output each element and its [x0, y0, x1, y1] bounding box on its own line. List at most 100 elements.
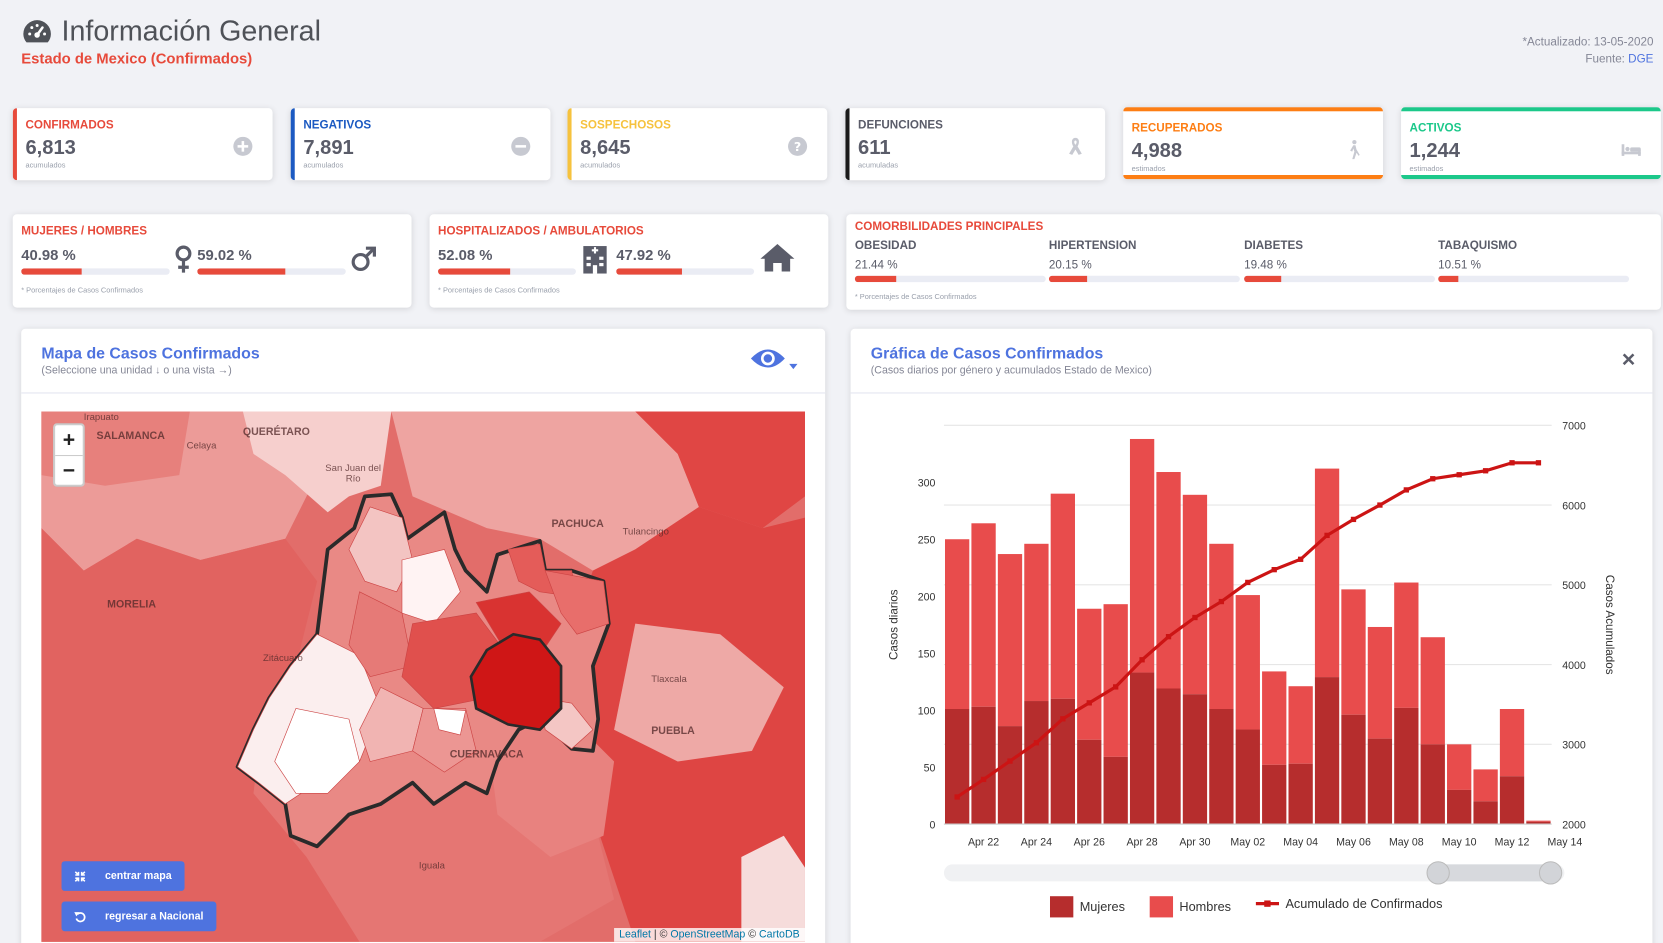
back-national-button[interactable]: regresar a Nacional — [61, 901, 217, 932]
legend-item[interactable]: Mujeres — [1049, 896, 1125, 918]
bed-icon — [1621, 144, 1641, 156]
point-acumulado — [1139, 657, 1145, 663]
svg-text:?: ? — [794, 139, 801, 154]
comorbidity-bar — [854, 275, 1046, 283]
bar-hombres — [1314, 468, 1340, 678]
x-tick-label: Apr 24 — [1021, 836, 1052, 848]
updated-date: *Actualizado: 13-05-2020 — [1522, 36, 1654, 49]
map-panel-subtitle: (Seleccione una unidad ↓ o una vista →) — [41, 364, 232, 377]
point-acumulado — [1192, 614, 1198, 621]
x-tick-label: May 10 — [1442, 836, 1477, 848]
bar-mujeres — [1314, 677, 1340, 825]
map-canvas[interactable]: + − Irapuato SALAMANCA Celaya QUERÉTARO … — [41, 411, 805, 942]
bar-hombres — [1129, 438, 1155, 673]
map-label: Iguala — [418, 860, 445, 871]
zoom-out-button[interactable]: − — [55, 454, 83, 485]
stat-sub: estimados — [1131, 165, 1166, 173]
zoom-in-button[interactable]: + — [55, 425, 83, 455]
stat-sub: estimados — [1409, 165, 1444, 173]
carto-link[interactable]: CartoDB — [759, 929, 800, 941]
female-icon — [175, 245, 192, 273]
map-label: San Juan del Río — [325, 462, 382, 484]
bar-hombres — [1077, 608, 1102, 740]
bar-mujeres — [1077, 739, 1102, 825]
bar-hombres — [997, 554, 1023, 727]
bar-hombres — [1024, 543, 1049, 702]
leaflet-link[interactable]: Leaflet — [619, 929, 651, 941]
point-acumulado — [954, 794, 960, 800]
point-acumulado — [1033, 740, 1040, 746]
update-info: *Actualizado: 13-05-2020 Fuente: DGE — [1522, 34, 1653, 68]
legend-swatch — [1049, 896, 1074, 918]
y2-tick-label: 3000 — [1562, 740, 1586, 752]
center-map-label: centrar mapa — [104, 870, 172, 882]
comorbidities-card: COMORBILIDADES PRINCIPALES OBESIDAD 21.44… — [846, 214, 1661, 310]
slider-selected-range — [1437, 864, 1551, 882]
chart-panel-title: Gráfica de Casos Confirmados — [870, 344, 1104, 363]
point-acumulado — [1324, 532, 1330, 539]
map-attribution: Leaflet | © OpenStreetMap © CartoDB — [613, 928, 805, 942]
x-tick-label: Apr 30 — [1179, 836, 1210, 848]
map-label: Irapuato — [83, 411, 119, 423]
y-tick-label: 100 — [918, 705, 936, 717]
y-axis-label: Casos diarios — [887, 589, 900, 660]
y2-tick-label: 2000 — [1562, 819, 1586, 831]
bar-hombres — [1288, 686, 1313, 764]
slider-handle-left[interactable] — [1426, 861, 1450, 885]
map-panel-title: Mapa de Casos Confirmados — [41, 344, 260, 363]
bar-mujeres — [1182, 694, 1208, 825]
map-label: Tulancingo — [622, 526, 669, 537]
bar-mujeres — [971, 706, 996, 825]
stat-label: RECUPERADOS — [1131, 121, 1223, 135]
stat-value: 1,244 — [1409, 139, 1460, 163]
slider-handle-right[interactable] — [1538, 861, 1563, 885]
stat-value: 8,645 — [580, 136, 631, 160]
legend-swatch — [1149, 896, 1174, 918]
comorbidity-pct: 10.51 % — [1438, 258, 1481, 272]
legend-item[interactable]: Hombres — [1149, 896, 1231, 918]
point-acumulado — [1403, 487, 1409, 493]
comorbidities-label: COMORBILIDADES PRINCIPALES — [854, 220, 1044, 234]
women-bar — [21, 268, 170, 275]
comorbidity-name: HIPERTENSION — [1048, 239, 1137, 253]
bar-hombres — [1156, 472, 1181, 689]
chart-panel: Gráfica de Casos Confirmados (Casos diar… — [850, 328, 1653, 943]
bar-hombres — [1420, 637, 1445, 745]
chart-panel-subtitle: (Casos diarios por género y acumulados E… — [870, 364, 1152, 377]
legend-item[interactable]: Acumulado de Confirmados — [1255, 896, 1443, 912]
point-acumulado — [1113, 684, 1119, 690]
osm-link[interactable]: OpenStreetMap — [670, 929, 745, 941]
chart-range-slider[interactable] — [943, 861, 1565, 885]
y2-axis-label: Casos Acumulados — [1603, 575, 1616, 675]
legend-label: Acumulado de Confirmados — [1285, 896, 1443, 912]
bar-mujeres — [1447, 789, 1472, 825]
point-acumulado — [1165, 634, 1172, 640]
x-tick-label: Apr 26 — [1074, 836, 1105, 848]
stat-card-activos: ACTIVOS 1,244 estimados — [1401, 107, 1661, 180]
x-tick-label: May 06 — [1336, 836, 1371, 848]
comorbidity-hipertension: HIPERTENSION 20.15 % — [1048, 239, 1240, 283]
bar-hombres — [1367, 626, 1393, 739]
point-acumulado — [1271, 567, 1277, 573]
caret-down-icon — [789, 363, 798, 370]
stat-label: DEFUNCIONES — [858, 118, 943, 132]
ribbon-icon — [1069, 137, 1082, 155]
close-button[interactable]: × — [1622, 347, 1636, 371]
bar-mujeres — [1209, 709, 1234, 825]
view-selector[interactable] — [750, 347, 798, 370]
stat-card-recuperados: RECUPERADOS 4,988 estimados — [1123, 107, 1384, 180]
stat-sub: acumulados — [303, 162, 344, 170]
y-tick-label: 150 — [918, 648, 936, 660]
stat-card-negativos: NEGATIVOS 7,891 acumulados — [290, 108, 551, 181]
bar-mujeres — [1367, 738, 1393, 825]
source-link[interactable]: DGE — [1628, 53, 1653, 66]
bar-mujeres — [997, 726, 1023, 825]
center-map-button[interactable]: centrar mapa — [61, 861, 185, 891]
x-tick-label: May 02 — [1230, 836, 1265, 848]
source-label: Fuente: — [1585, 53, 1625, 66]
bar-hombres — [944, 539, 970, 710]
x-tick-label: May 08 — [1389, 836, 1424, 848]
undo-icon — [74, 911, 86, 922]
stat-label: ACTIVOS — [1409, 121, 1462, 135]
y2-tick-label: 5000 — [1562, 580, 1586, 592]
